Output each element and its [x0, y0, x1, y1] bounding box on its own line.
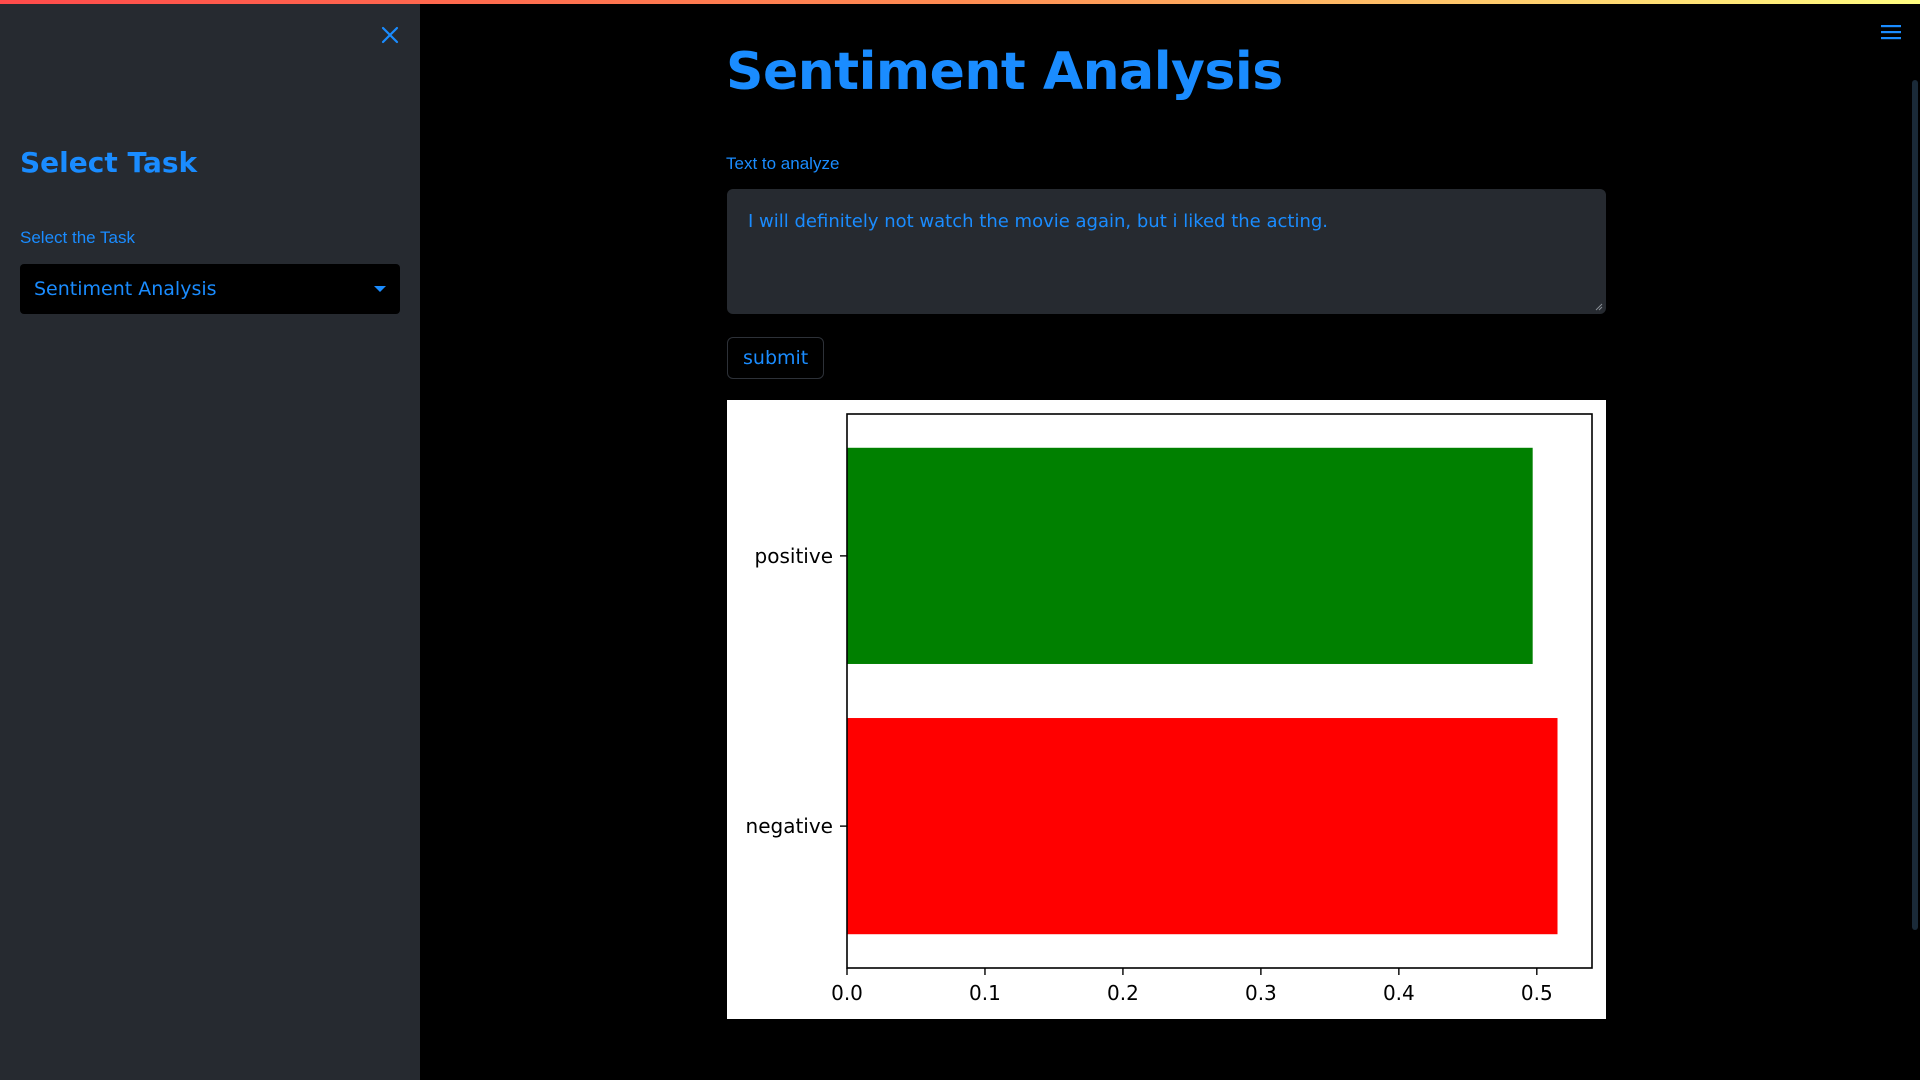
- resize-handle-icon[interactable]: [1595, 303, 1603, 311]
- top-decoration-bar: [0, 0, 1920, 4]
- page-title: Sentiment Analysis: [726, 42, 1283, 102]
- text-input-label: Text to analyze: [726, 154, 840, 173]
- chart-svg: negative positive 0.0 0.1 0.2 0.3 0.4 0.5: [746, 413, 1593, 1005]
- text-to-analyze-input[interactable]: I will definitely not watch the movie ag…: [727, 189, 1606, 314]
- x-tick-label-0.4: 0.4: [1383, 981, 1415, 1005]
- page-scrollbar[interactable]: [1912, 80, 1918, 930]
- x-tick-label-0.1: 0.1: [969, 981, 1001, 1005]
- sidebar-close-button[interactable]: [375, 20, 405, 50]
- sentiment-bar-chart: negative positive 0.0 0.1 0.2 0.3 0.4 0.5: [727, 400, 1606, 1019]
- x-tick-label-0.3: 0.3: [1245, 981, 1277, 1005]
- x-tick-label-0.0: 0.0: [831, 981, 863, 1005]
- close-icon: [381, 26, 399, 44]
- bar-positive: [847, 447, 1533, 664]
- sidebar-heading: Select Task: [20, 146, 198, 179]
- text-to-analyze-value: I will definitely not watch the movie ag…: [748, 211, 1329, 232]
- y-tick-label-negative: negative: [746, 814, 833, 838]
- task-select[interactable]: Sentiment Analysis: [20, 264, 400, 314]
- y-tick-label-positive: positive: [755, 544, 833, 568]
- hamburger-menu-icon: [1881, 25, 1901, 40]
- main-menu-button[interactable]: [1878, 21, 1904, 43]
- sidebar: Select Task Select the Task Sentiment An…: [0, 0, 420, 1080]
- chevron-down-icon: [374, 286, 386, 292]
- task-select-value: Sentiment Analysis: [34, 278, 217, 300]
- task-select-label: Select the Task: [20, 228, 135, 247]
- submit-button[interactable]: submit: [727, 337, 825, 379]
- bar-negative: [847, 718, 1558, 935]
- x-tick-label-0.2: 0.2: [1107, 981, 1139, 1005]
- x-tick-label-0.5: 0.5: [1521, 981, 1553, 1005]
